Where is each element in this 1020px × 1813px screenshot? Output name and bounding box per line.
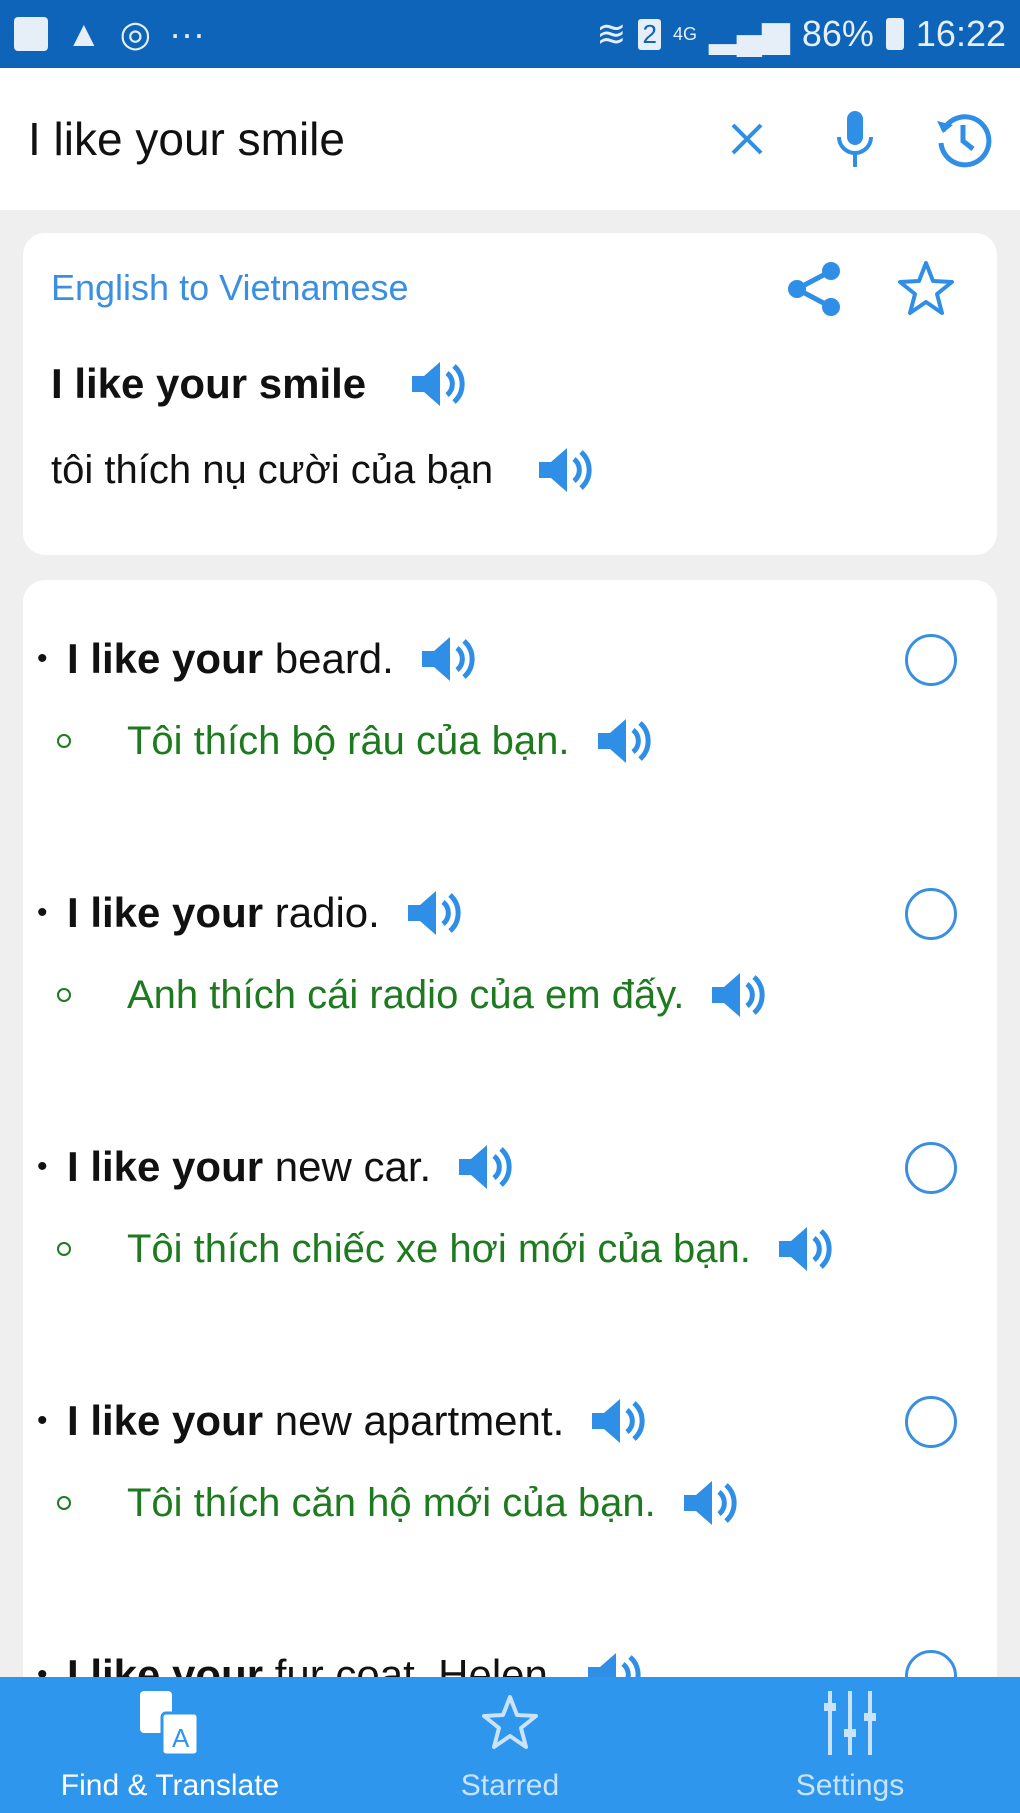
example-rest: new car. [263, 1143, 432, 1190]
example-english: • I like your new car. [37, 1142, 515, 1192]
source-text: I like your smile [51, 359, 468, 409]
star-icon[interactable] [895, 259, 957, 319]
example-rest: radio. [263, 889, 380, 936]
clock: 16:22 [915, 13, 1006, 54]
example-bold: I like your [67, 1143, 264, 1190]
example-bold: I like your [67, 1397, 264, 1444]
voice-button[interactable] [820, 104, 890, 174]
bottom-nav: A Find & Translate Starred Settings [0, 1677, 1020, 1813]
nav-find-translate[interactable]: A Find & Translate [0, 1677, 340, 1813]
battery-icon [885, 18, 904, 50]
speaker-icon[interactable] [777, 1224, 835, 1274]
example-english: • I like your beard. [37, 634, 478, 684]
nav-settings[interactable]: Settings [680, 1677, 1020, 1813]
sim-label: 2 [638, 18, 661, 50]
bullet: • [37, 1150, 48, 1183]
select-radio[interactable] [905, 888, 957, 940]
bullet [57, 734, 71, 748]
bullet [57, 1496, 71, 1510]
speaker-icon[interactable] [682, 1478, 740, 1528]
translation-text: tôi thích nụ cười của bạn [51, 445, 595, 495]
example-vietnamese: Tôi thích bộ râu của bạn. [57, 716, 654, 766]
wifi-icon: ≋ [596, 13, 627, 54]
speaker-icon[interactable] [596, 716, 654, 766]
speaker-icon[interactable] [710, 970, 768, 1020]
history-button[interactable] [928, 104, 998, 174]
example-vietnamese: Tôi thích chiếc xe hơi mới của bạn. [57, 1224, 835, 1274]
sync-icon: ◎ [119, 13, 152, 54]
select-radio[interactable] [905, 1142, 957, 1194]
bullet [57, 988, 71, 1002]
star-icon [482, 1695, 538, 1749]
example-vietnamese: Anh thích cái radio của em đấy. [57, 970, 768, 1020]
nav-label: Starred [460, 1769, 560, 1802]
signal-icon: ▂▄▆ [708, 13, 790, 54]
more-icon: ··· [169, 13, 206, 54]
bullet: • [37, 642, 48, 675]
examples-list: • I like your beard. Tôi thích bộ râu của … [23, 580, 997, 1780]
search-bar: I like your smile [0, 68, 1020, 210]
share-icon[interactable] [785, 259, 845, 319]
network-label: 4G [672, 23, 697, 44]
gallery-icon [14, 17, 48, 51]
speaker-icon[interactable] [420, 634, 478, 684]
speaker-icon[interactable] [410, 359, 468, 409]
example-translation: Tôi thích chiếc xe hơi mới của bạn. [127, 1226, 751, 1271]
svg-text:A: A [172, 1723, 190, 1753]
bullet: • [37, 1404, 48, 1437]
nav-starred[interactable]: Starred [340, 1677, 680, 1813]
example-vietnamese: Tôi thích căn hộ mới của bạn. [57, 1478, 740, 1528]
battery-percent: 86% [801, 13, 874, 54]
translation-label: tôi thích nụ cười của bạn [51, 447, 494, 492]
bullet [57, 1242, 71, 1256]
select-radio[interactable] [905, 634, 957, 686]
example-translation: Tôi thích căn hộ mới của bạn. [127, 1480, 656, 1525]
translation-card: English to Vietnamese I like your smile … [23, 233, 997, 555]
example-rest: new apartment. [263, 1397, 565, 1444]
translate-icon: A [140, 1691, 200, 1757]
warning-icon: ▲ [66, 13, 102, 54]
select-radio[interactable] [905, 1396, 957, 1448]
bullet: • [37, 896, 48, 929]
close-icon [731, 123, 763, 155]
nav-label: Settings [795, 1769, 905, 1802]
example-rest: beard. [263, 635, 394, 682]
search-input[interactable]: I like your smile [28, 112, 712, 166]
language-direction[interactable]: English to Vietnamese [51, 267, 409, 309]
speaker-icon[interactable] [537, 445, 595, 495]
clear-button[interactable] [712, 104, 782, 174]
speaker-icon[interactable] [406, 888, 464, 938]
status-bar: ▲ ◎ ··· ≋ 2 4G ▂▄▆ 86% 16:22 [0, 0, 1020, 68]
nav-label: Find & Translate [60, 1769, 280, 1802]
example-translation: Anh thích cái radio của em đấy. [127, 972, 685, 1017]
microphone-icon [837, 111, 873, 167]
source-label: I like your smile [51, 360, 367, 407]
example-bold: I like your [67, 635, 264, 682]
example-translation: Tôi thích bộ râu của bạn. [127, 718, 570, 763]
example-english: • I like your new apartment. [37, 1396, 648, 1446]
example-bold: I like your [67, 889, 264, 936]
sliders-icon [824, 1691, 876, 1755]
history-icon [937, 114, 992, 168]
example-english: • I like your radio. [37, 888, 464, 938]
speaker-icon[interactable] [457, 1142, 515, 1192]
speaker-icon[interactable] [590, 1396, 648, 1446]
